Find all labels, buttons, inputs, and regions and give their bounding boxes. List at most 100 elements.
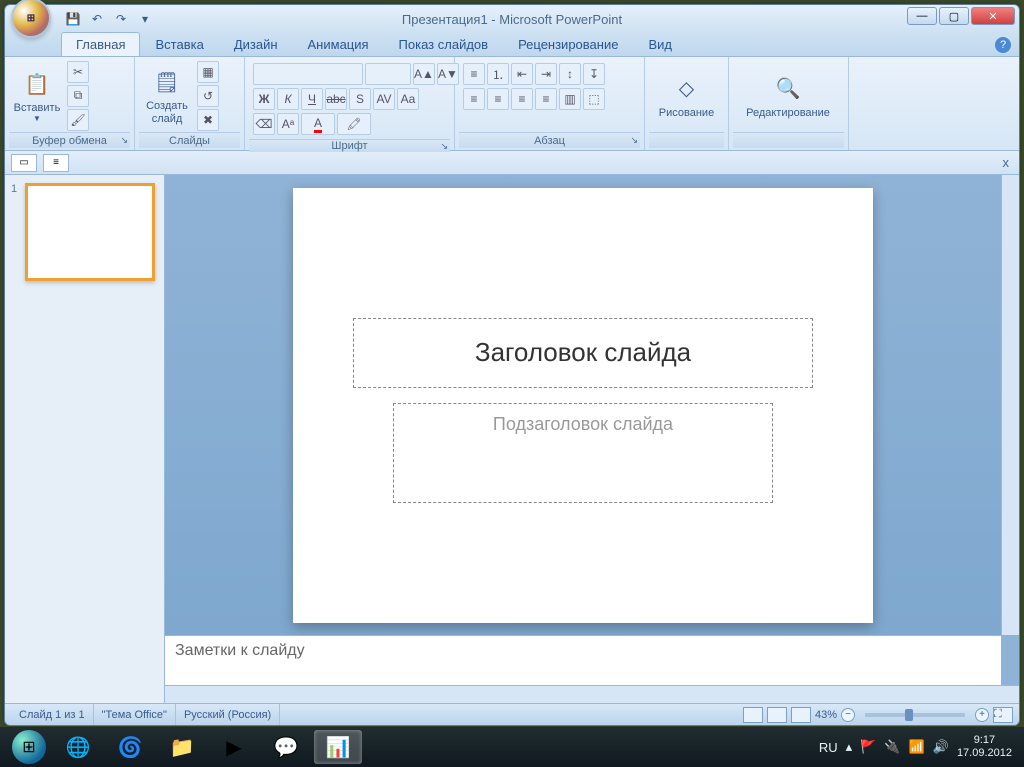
volume-icon[interactable]: 🔊	[933, 739, 949, 755]
qat-customize-icon[interactable]: ▾	[135, 9, 155, 29]
taskbar-mediaplayer[interactable]: ▶	[210, 730, 258, 764]
slide-canvas-area[interactable]: Заголовок слайда Подзаголовок слайда	[165, 175, 1001, 635]
clipboard-icon: 📋	[21, 68, 53, 100]
underline-icon[interactable]: Ч	[301, 88, 323, 110]
group-font: A▲ A▼ Ж К Ч abc S AV Aa ⌫ Aᵃ A 🖍	[245, 57, 455, 150]
help-icon[interactable]: ?	[995, 37, 1011, 53]
justify-icon[interactable]: ≡	[535, 88, 557, 110]
indent-inc-icon[interactable]: ⇥	[535, 63, 557, 85]
undo-icon[interactable]: ↶	[87, 9, 107, 29]
notes-pane[interactable]: Заметки к слайду	[165, 635, 1001, 685]
title-placeholder[interactable]: Заголовок слайда	[353, 318, 813, 388]
thumbnail-item[interactable]: 1	[11, 183, 158, 281]
strike-icon[interactable]: abc	[325, 88, 347, 110]
align-right-icon[interactable]: ≡	[511, 88, 533, 110]
editing-button[interactable]: 🔍 Редактирование	[733, 61, 843, 131]
align-left-icon[interactable]: ≡	[463, 88, 485, 110]
start-button[interactable]: ⊞	[6, 727, 52, 767]
align-center-icon[interactable]: ≡	[487, 88, 509, 110]
thumbnail-preview[interactable]	[25, 183, 155, 281]
slideshow-view-button[interactable]	[791, 707, 811, 723]
bullets-icon[interactable]: ≡	[463, 63, 485, 85]
minimize-button[interactable]: —	[907, 7, 937, 25]
vertical-scrollbar[interactable]	[1001, 175, 1019, 635]
line-spacing-icon[interactable]: ↕	[559, 63, 581, 85]
delete-slide-icon[interactable]: ✖	[197, 109, 219, 131]
numbering-icon[interactable]: ⒈	[487, 63, 509, 85]
power-icon[interactable]: 🔌	[884, 739, 900, 755]
close-button[interactable]: ✕	[971, 7, 1015, 25]
font-color-icon[interactable]: A	[301, 113, 335, 135]
sorter-view-button[interactable]	[767, 707, 787, 723]
save-icon[interactable]: 💾	[63, 9, 83, 29]
highlight-icon[interactable]: 🖍	[337, 113, 371, 135]
shadow-icon[interactable]: S	[349, 88, 371, 110]
taskbar-explorer[interactable]: 📁	[158, 730, 206, 764]
format-painter-icon[interactable]: 🖌	[67, 109, 89, 131]
text-direction-icon[interactable]: ↧	[583, 63, 605, 85]
new-slide-button[interactable]: 🗒 Создать слайд	[139, 61, 195, 131]
clock[interactable]: 9:17 17.09.2012	[957, 734, 1012, 760]
zoom-slider[interactable]	[865, 713, 965, 717]
zoom-thumb[interactable]	[905, 709, 913, 721]
normal-view-button[interactable]	[743, 707, 763, 723]
cut-icon[interactable]: ✂	[67, 61, 89, 83]
change-case-icon[interactable]: Aa	[397, 88, 419, 110]
zoom-out-button[interactable]: −	[841, 708, 855, 722]
tray-expand-icon[interactable]: ▴	[846, 739, 853, 755]
editor-pane: Заголовок слайда Подзаголовок слайда Зам…	[165, 175, 1019, 703]
reset-icon[interactable]: ↺	[197, 85, 219, 107]
launcher-icon[interactable]: ↘	[120, 135, 128, 146]
columns-icon[interactable]: ▥	[559, 88, 581, 110]
theme-name: "Тема Office"	[94, 704, 176, 725]
time-text: 9:17	[957, 734, 1012, 747]
network-icon[interactable]: 📶	[909, 739, 925, 755]
taskbar-ie[interactable]: 🌀	[106, 730, 154, 764]
drawing-button[interactable]: ◇ Рисование	[649, 61, 724, 131]
fit-window-button[interactable]: ⛶	[993, 707, 1013, 723]
taskbar-chrome[interactable]: 🌐	[54, 730, 102, 764]
italic-icon[interactable]: К	[277, 88, 299, 110]
char-format-icon[interactable]: Aᵃ	[277, 113, 299, 135]
taskbar-skype[interactable]: 💬	[262, 730, 310, 764]
paste-button[interactable]: 📋 Вставить ▼	[9, 61, 65, 131]
pane-close-icon[interactable]: x	[999, 155, 1014, 170]
language-indicator[interactable]: Русский (Россия)	[176, 704, 280, 725]
tab-design[interactable]: Дизайн	[219, 32, 293, 56]
outline-pane-tab[interactable]: ≡	[43, 154, 69, 172]
thumbnail-number: 1	[11, 183, 21, 281]
tab-review[interactable]: Рецензирование	[503, 32, 633, 56]
maximize-button[interactable]: ▢	[939, 7, 969, 25]
horizontal-scrollbar[interactable]	[165, 685, 1019, 703]
zoom-percent: 43%	[815, 709, 837, 721]
bold-icon[interactable]: Ж	[253, 88, 275, 110]
group-font-label: Шрифт↘	[249, 139, 450, 152]
lang-indicator[interactable]: RU	[819, 740, 838, 755]
slide[interactable]: Заголовок слайда Подзаголовок слайда	[293, 188, 873, 623]
clear-format-icon[interactable]: ⌫	[253, 113, 275, 135]
spacing-icon[interactable]: AV	[373, 88, 395, 110]
tab-view[interactable]: Вид	[633, 32, 687, 56]
smartart-icon[interactable]: ⬚	[583, 88, 605, 110]
taskbar-powerpoint[interactable]: 📊	[314, 730, 362, 764]
tab-insert[interactable]: Вставка	[140, 32, 218, 56]
font-family-select[interactable]	[253, 63, 363, 85]
tab-animations[interactable]: Анимация	[293, 32, 384, 56]
font-size-select[interactable]	[365, 63, 411, 85]
flag-icon[interactable]: 🚩	[860, 739, 876, 755]
chevron-down-icon: ▼	[33, 114, 41, 123]
launcher-icon[interactable]: ↘	[630, 135, 638, 146]
zoom-in-button[interactable]: +	[975, 708, 989, 722]
indent-dec-icon[interactable]: ⇤	[511, 63, 533, 85]
group-paragraph-label: Абзац↘	[459, 132, 640, 148]
launcher-icon[interactable]: ↘	[440, 141, 448, 152]
redo-icon[interactable]: ↷	[111, 9, 131, 29]
tab-home[interactable]: Главная	[61, 32, 140, 56]
slides-pane-tab[interactable]: ▭	[11, 154, 37, 172]
copy-icon[interactable]: ⧉	[67, 85, 89, 107]
windows-logo-icon: ⊞	[12, 730, 46, 764]
grow-font-icon[interactable]: A▲	[413, 63, 435, 85]
layout-icon[interactable]: ▦	[197, 61, 219, 83]
tab-slideshow[interactable]: Показ слайдов	[384, 32, 504, 56]
subtitle-placeholder[interactable]: Подзаголовок слайда	[393, 403, 773, 503]
